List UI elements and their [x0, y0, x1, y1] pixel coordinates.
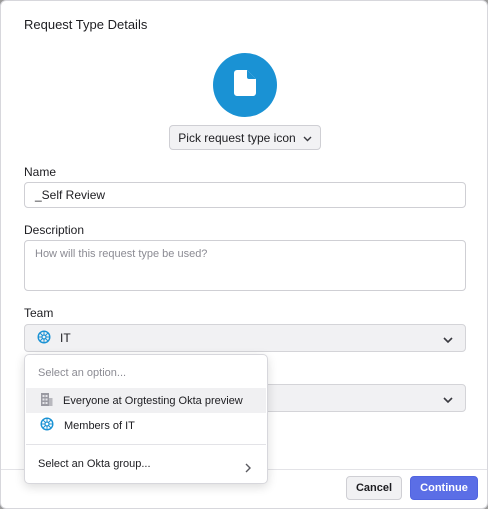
request-type-icon-preview	[213, 53, 277, 117]
dropdown-option-everyone[interactable]: Everyone at Orgtesting Okta preview	[26, 388, 266, 413]
chevron-down-icon	[303, 131, 312, 145]
dropdown-search-input[interactable]: Select an option...	[38, 367, 126, 379]
pick-icon-label: Pick request type icon	[178, 130, 296, 145]
select-okta-group-link[interactable]: Select an Okta group...	[38, 458, 151, 470]
cancel-button[interactable]: Cancel	[346, 476, 402, 500]
chevron-down-icon	[443, 393, 453, 407]
description-placeholder: How will this request type be used?	[35, 248, 208, 260]
name-input-value: _Self Review	[35, 188, 106, 202]
pick-icon-button[interactable]: Pick request type icon	[169, 125, 321, 150]
dropdown-option-label: Everyone at Orgtesting Okta preview	[63, 394, 243, 407]
name-input[interactable]: _Self Review	[24, 182, 466, 208]
chevron-down-icon	[443, 333, 453, 347]
team-dropdown-menu: Select an option... Everyone at Orgtesti…	[24, 354, 268, 484]
team-wheel-icon	[37, 329, 51, 347]
dropdown-option-label: Members of IT	[64, 419, 135, 432]
description-textarea[interactable]: How will this request type be used?	[24, 240, 466, 291]
description-label: Description	[24, 223, 85, 237]
building-icon	[40, 392, 53, 410]
request-type-dialog: Request Type Details Pick request type i…	[0, 0, 488, 509]
team-wheel-icon	[40, 417, 54, 434]
name-label: Name	[24, 165, 57, 179]
team-label: Team	[24, 306, 54, 320]
dropdown-divider	[26, 444, 266, 445]
continue-button[interactable]: Continue	[410, 476, 478, 500]
team-select[interactable]: IT	[24, 324, 466, 352]
team-select-value: IT	[60, 331, 71, 345]
document-icon	[234, 69, 256, 101]
dropdown-option-members[interactable]: Members of IT	[26, 413, 266, 438]
chevron-right-icon	[245, 460, 251, 478]
dialog-title: Request Type Details	[24, 17, 148, 32]
